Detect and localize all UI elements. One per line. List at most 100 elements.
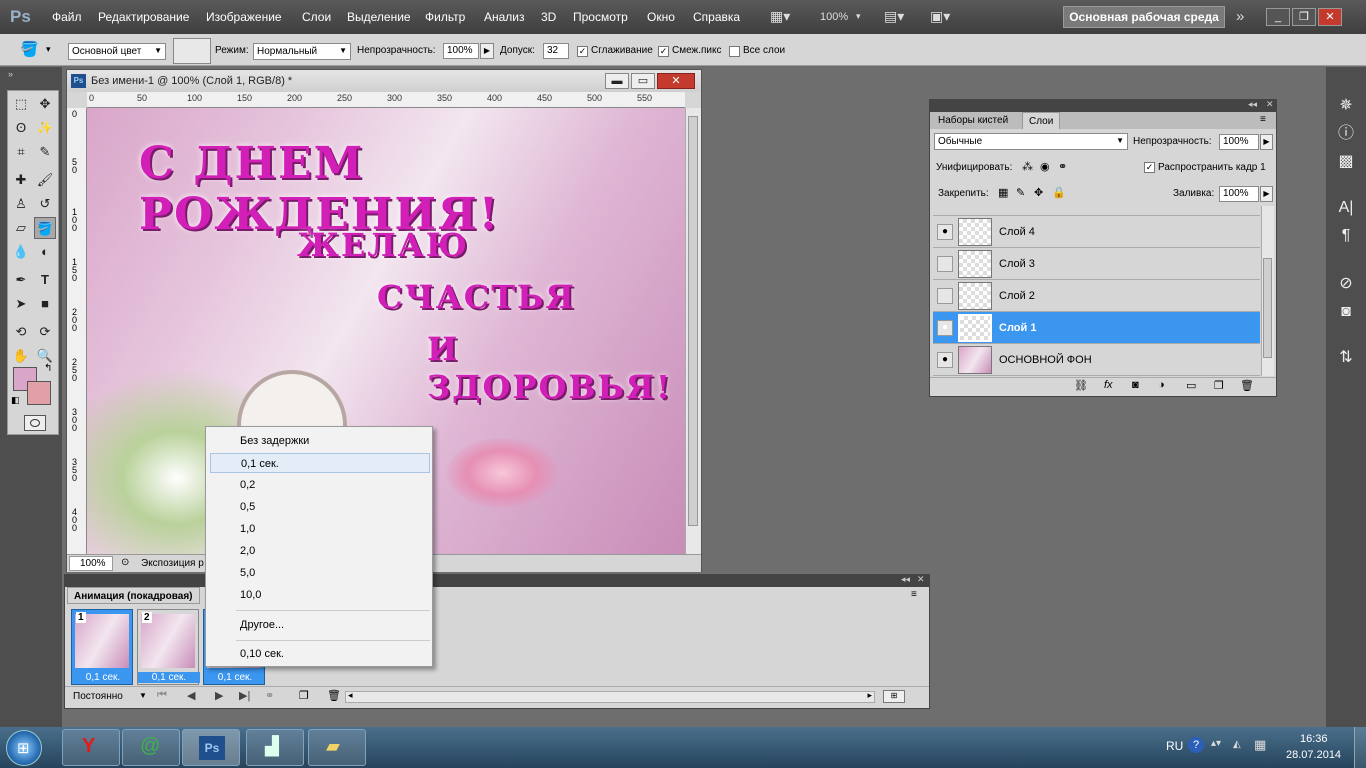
- taskbar-screen-capture[interactable]: ▟: [246, 729, 304, 766]
- taskbar-photoshop[interactable]: Ps: [182, 729, 240, 766]
- frames-scrollbar[interactable]: ◂ ▸: [345, 690, 875, 703]
- healing-tool-icon[interactable]: ✚: [10, 169, 32, 191]
- eraser-tool-icon[interactable]: ▱: [10, 217, 32, 239]
- delete-layer-icon[interactable]: 🗑: [1240, 379, 1254, 392]
- new-layer-icon[interactable]: ❐: [1214, 379, 1224, 392]
- show-desktop-button[interactable]: [1354, 727, 1366, 768]
- zoom-arrow-icon[interactable]: ▾: [856, 11, 861, 29]
- next-frame-icon[interactable]: ▶|: [239, 689, 250, 702]
- panel-menu-icon[interactable]: ≡: [1260, 114, 1266, 125]
- panel-collapse-icon[interactable]: ◂◂: [901, 574, 910, 585]
- screen-mode-icon[interactable]: ▦▾: [770, 8, 790, 26]
- menu-3d[interactable]: 3D: [541, 10, 556, 24]
- workspace-more-icon[interactable]: »: [1236, 8, 1244, 26]
- shape-tool-icon[interactable]: ■: [34, 293, 56, 315]
- delay-option[interactable]: 2,0: [210, 541, 430, 561]
- marquee-tool-icon[interactable]: ⬚: [10, 93, 32, 115]
- eye-icon[interactable]: ●: [937, 320, 953, 336]
- adjustment-layer-icon[interactable]: ◑: [1158, 379, 1165, 391]
- background-color-swatch[interactable]: [27, 381, 51, 405]
- arrange-docs-icon[interactable]: ▤▾: [884, 8, 904, 26]
- menu-layers[interactable]: Слои: [302, 10, 331, 24]
- layer-row[interactable]: ● Слой 4: [933, 216, 1260, 248]
- frame-delay[interactable]: 0,1 сек.: [138, 672, 200, 683]
- delete-frame-icon[interactable]: 🗑: [327, 689, 341, 702]
- delay-option[interactable]: 0,5: [210, 497, 430, 517]
- clone-stamp-tool-icon[interactable]: ♙: [10, 193, 32, 215]
- restore-button[interactable]: ❐: [1292, 8, 1316, 26]
- play-icon[interactable]: ▶: [215, 689, 223, 702]
- histogram-icon[interactable]: ▩: [1332, 149, 1360, 175]
- pattern-picker[interactable]: [173, 38, 211, 64]
- duplicate-frame-icon[interactable]: ❐: [299, 689, 309, 702]
- move-tool-icon[interactable]: ✥: [34, 93, 56, 115]
- quick-mask-button[interactable]: [24, 415, 46, 431]
- type-tool-icon[interactable]: T: [34, 269, 56, 291]
- lasso-tool-icon[interactable]: ʘ: [10, 117, 32, 139]
- panel-header[interactable]: ◂◂ ✕: [930, 99, 1276, 112]
- tween-icon[interactable]: ⚭: [265, 689, 274, 702]
- delay-option[interactable]: 10,0: [210, 585, 430, 605]
- frame-delay[interactable]: 0,1 сек.: [72, 672, 134, 683]
- lock-position-icon[interactable]: ✥: [1034, 186, 1043, 199]
- panel-header[interactable]: ◂◂ ✕: [65, 574, 929, 587]
- language-indicator[interactable]: RU: [1166, 739, 1183, 753]
- layer-row[interactable]: Слой 3: [933, 248, 1260, 280]
- layer-opacity-arrow-icon[interactable]: ▶: [1260, 134, 1273, 150]
- loop-select[interactable]: Постоянно: [73, 691, 123, 702]
- delay-option[interactable]: 0,2: [210, 475, 430, 495]
- antialias-checkbox[interactable]: ✓: [577, 46, 588, 57]
- layer-blend-select[interactable]: Обычные ▼: [934, 133, 1128, 150]
- tolerance-input[interactable]: 32: [543, 43, 569, 59]
- minimize-button[interactable]: _: [1266, 8, 1290, 26]
- taskbar-yandex-browser[interactable]: Y: [62, 729, 120, 766]
- menu-analysis[interactable]: Анализ: [484, 10, 525, 24]
- opacity-input[interactable]: 100%: [443, 43, 479, 59]
- panel-close-icon[interactable]: ✕: [1266, 99, 1274, 110]
- lock-pixels-icon[interactable]: ✎: [1016, 186, 1025, 199]
- scroll-left-icon[interactable]: ◂: [348, 690, 353, 701]
- menu-filter[interactable]: Фильтр: [425, 10, 465, 24]
- swap-colors-icon[interactable]: ↰: [44, 363, 52, 374]
- dodge-tool-icon[interactable]: ◐: [34, 241, 56, 263]
- tool-preset-arrow-icon[interactable]: ▾: [46, 44, 51, 55]
- channels-icon[interactable]: ⇅: [1332, 345, 1360, 371]
- lock-all-icon[interactable]: 🔒: [1052, 186, 1066, 199]
- clock-time[interactable]: 16:36: [1300, 733, 1328, 745]
- delay-option-current[interactable]: 0,10 сек.: [210, 644, 430, 664]
- character-icon[interactable]: A|: [1332, 195, 1360, 221]
- eye-icon[interactable]: ●: [937, 352, 953, 368]
- layer-style-icon[interactable]: fx: [1104, 379, 1113, 391]
- doc-minimize-button[interactable]: ▬: [605, 73, 629, 89]
- zoom-level-menu[interactable]: 100%: [820, 11, 848, 29]
- menu-view[interactable]: Просмотр: [573, 10, 628, 24]
- animation-frame[interactable]: 2 0,1 сек.: [137, 609, 200, 685]
- opacity-arrow-icon[interactable]: ▶: [480, 43, 494, 59]
- close-button[interactable]: ✕: [1318, 8, 1342, 26]
- first-frame-icon[interactable]: ⏮: [157, 689, 167, 702]
- layer-opacity-input[interactable]: 100%: [1219, 134, 1259, 150]
- tab-animation[interactable]: Анимация (покадровая): [67, 587, 200, 604]
- collapse-icon[interactable]: »: [8, 69, 13, 79]
- brush-tool-icon[interactable]: 🖌: [34, 169, 56, 191]
- 3d-orbit-tool-icon[interactable]: ⟳: [34, 321, 56, 343]
- unify-visibility-icon[interactable]: ◉: [1040, 160, 1050, 173]
- paragraph-icon[interactable]: ¶: [1332, 223, 1360, 249]
- workspace-button[interactable]: Основная рабочая среда: [1063, 6, 1225, 28]
- scroll-right-icon[interactable]: ▸: [867, 690, 872, 701]
- lock-transparency-icon[interactable]: ▦: [998, 186, 1008, 199]
- vertical-scrollbar[interactable]: [685, 108, 701, 554]
- menu-help[interactable]: Справка: [693, 10, 740, 24]
- menu-select[interactable]: Выделение: [347, 10, 411, 24]
- paint-bucket-tool-icon[interactable]: 🪣: [34, 217, 56, 239]
- eye-icon[interactable]: [937, 288, 953, 304]
- eye-icon[interactable]: ●: [937, 224, 953, 240]
- network-icon[interactable]: ▦: [1254, 737, 1266, 753]
- history-brush-tool-icon[interactable]: ↺: [34, 193, 56, 215]
- new-group-icon[interactable]: ▭: [1186, 379, 1196, 392]
- tray-arrows-icon[interactable]: ▴▾: [1211, 738, 1221, 749]
- fill-arrow-icon[interactable]: ▶: [1260, 186, 1273, 202]
- link-layers-icon[interactable]: ⛓: [1074, 379, 1088, 392]
- layer-row[interactable]: Слой 2: [933, 280, 1260, 312]
- status-info-icon[interactable]: ⊙: [121, 557, 129, 568]
